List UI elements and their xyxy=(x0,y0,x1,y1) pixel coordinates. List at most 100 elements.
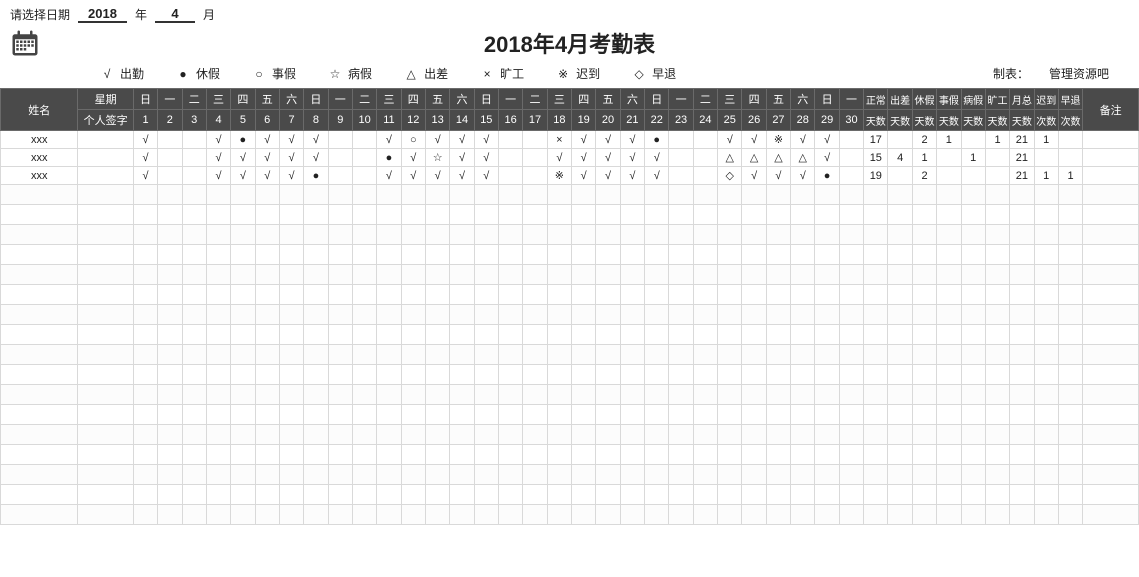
cell-empty[interactable] xyxy=(352,505,376,525)
cell-mark[interactable] xyxy=(182,167,206,185)
cell-mark[interactable]: √ xyxy=(645,167,669,185)
cell-empty[interactable] xyxy=(328,185,352,205)
cell-empty[interactable] xyxy=(304,445,328,465)
cell-empty[interactable] xyxy=(766,445,790,465)
cell-empty[interactable] xyxy=(401,265,425,285)
cell-empty[interactable] xyxy=(596,285,620,305)
cell-empty[interactable] xyxy=(158,185,182,205)
cell-empty[interactable] xyxy=(255,445,279,465)
cell-sign[interactable] xyxy=(78,149,133,167)
cell-empty[interactable] xyxy=(742,345,766,365)
cell-empty[interactable] xyxy=(912,305,936,325)
cell-empty[interactable] xyxy=(937,505,961,525)
cell-empty[interactable] xyxy=(450,425,474,445)
cell-empty[interactable] xyxy=(425,425,449,445)
cell-empty[interactable] xyxy=(425,385,449,405)
cell-empty[interactable] xyxy=(523,245,547,265)
cell-empty[interactable] xyxy=(596,405,620,425)
cell-mark[interactable]: √ xyxy=(474,167,498,185)
cell-empty[interactable] xyxy=(206,245,230,265)
cell-empty[interactable] xyxy=(158,325,182,345)
cell-empty[interactable] xyxy=(255,485,279,505)
cell-empty[interactable] xyxy=(937,385,961,405)
cell-empty[interactable] xyxy=(815,225,839,245)
cell-empty[interactable] xyxy=(255,185,279,205)
cell-empty[interactable] xyxy=(937,365,961,385)
cell-empty[interactable] xyxy=(693,245,717,265)
cell-mark[interactable]: √ xyxy=(304,149,328,167)
cell-empty[interactable] xyxy=(474,405,498,425)
cell-empty[interactable] xyxy=(523,185,547,205)
cell-empty[interactable] xyxy=(1034,405,1058,425)
cell-empty[interactable] xyxy=(864,305,888,325)
cell-empty[interactable] xyxy=(912,465,936,485)
cell-empty[interactable] xyxy=(158,485,182,505)
cell-empty[interactable] xyxy=(304,365,328,385)
cell-empty[interactable] xyxy=(718,285,742,305)
cell-empty[interactable] xyxy=(158,505,182,525)
cell-empty[interactable] xyxy=(742,405,766,425)
cell-empty[interactable] xyxy=(1010,265,1034,285)
cell-empty[interactable] xyxy=(498,225,522,245)
cell-empty[interactable] xyxy=(450,225,474,245)
cell-empty[interactable] xyxy=(693,285,717,305)
cell-empty[interactable] xyxy=(377,445,401,465)
cell-empty[interactable] xyxy=(693,465,717,485)
cell-empty[interactable] xyxy=(474,365,498,385)
cell-empty[interactable] xyxy=(450,185,474,205)
cell-empty[interactable] xyxy=(693,425,717,445)
cell-empty[interactable] xyxy=(1,425,78,445)
cell-mark[interactable]: ● xyxy=(645,131,669,149)
cell-empty[interactable] xyxy=(328,485,352,505)
cell-empty[interactable] xyxy=(474,385,498,405)
cell-empty[interactable] xyxy=(815,285,839,305)
cell-empty[interactable] xyxy=(839,425,863,445)
cell-empty[interactable] xyxy=(839,205,863,225)
cell-empty[interactable] xyxy=(742,505,766,525)
cell-empty[interactable] xyxy=(547,225,571,245)
cell-empty[interactable] xyxy=(839,325,863,345)
cell-empty[interactable] xyxy=(669,345,693,365)
cell-empty[interactable] xyxy=(839,405,863,425)
cell-note[interactable] xyxy=(1083,131,1139,149)
cell-empty[interactable] xyxy=(158,385,182,405)
cell-mark[interactable]: √ xyxy=(231,167,255,185)
cell-empty[interactable] xyxy=(328,245,352,265)
cell-empty[interactable] xyxy=(839,365,863,385)
cell-empty[interactable] xyxy=(985,385,1009,405)
cell-empty[interactable] xyxy=(1058,405,1082,425)
cell-mark[interactable]: √ xyxy=(450,149,474,167)
cell-empty[interactable] xyxy=(279,205,303,225)
cell-empty[interactable] xyxy=(133,485,157,505)
cell-empty[interactable] xyxy=(401,245,425,265)
cell-empty[interactable] xyxy=(620,405,644,425)
cell-empty[interactable] xyxy=(572,285,596,305)
cell-empty[interactable] xyxy=(645,285,669,305)
cell-empty[interactable] xyxy=(718,405,742,425)
cell-empty[interactable] xyxy=(1083,265,1139,285)
cell-empty[interactable] xyxy=(231,185,255,205)
cell-empty[interactable] xyxy=(1058,425,1082,445)
cell-empty[interactable] xyxy=(1034,265,1058,285)
cell-empty[interactable] xyxy=(620,325,644,345)
cell-empty[interactable] xyxy=(304,225,328,245)
cell-empty[interactable] xyxy=(596,265,620,285)
cell-empty[interactable] xyxy=(645,365,669,385)
cell-empty[interactable] xyxy=(888,385,912,405)
cell-mark[interactable] xyxy=(669,167,693,185)
cell-empty[interactable] xyxy=(1058,485,1082,505)
cell-empty[interactable] xyxy=(158,445,182,465)
cell-mark[interactable]: √ xyxy=(596,167,620,185)
cell-empty[interactable] xyxy=(158,345,182,365)
cell-empty[interactable] xyxy=(572,345,596,365)
cell-empty[interactable] xyxy=(912,365,936,385)
cell-empty[interactable] xyxy=(669,365,693,385)
cell-empty[interactable] xyxy=(596,345,620,365)
cell-empty[interactable] xyxy=(742,365,766,385)
cell-empty[interactable] xyxy=(1083,285,1139,305)
cell-empty[interactable] xyxy=(279,245,303,265)
cell-empty[interactable] xyxy=(937,465,961,485)
cell-empty[interactable] xyxy=(401,365,425,385)
cell-empty[interactable] xyxy=(401,325,425,345)
cell-empty[interactable] xyxy=(401,405,425,425)
